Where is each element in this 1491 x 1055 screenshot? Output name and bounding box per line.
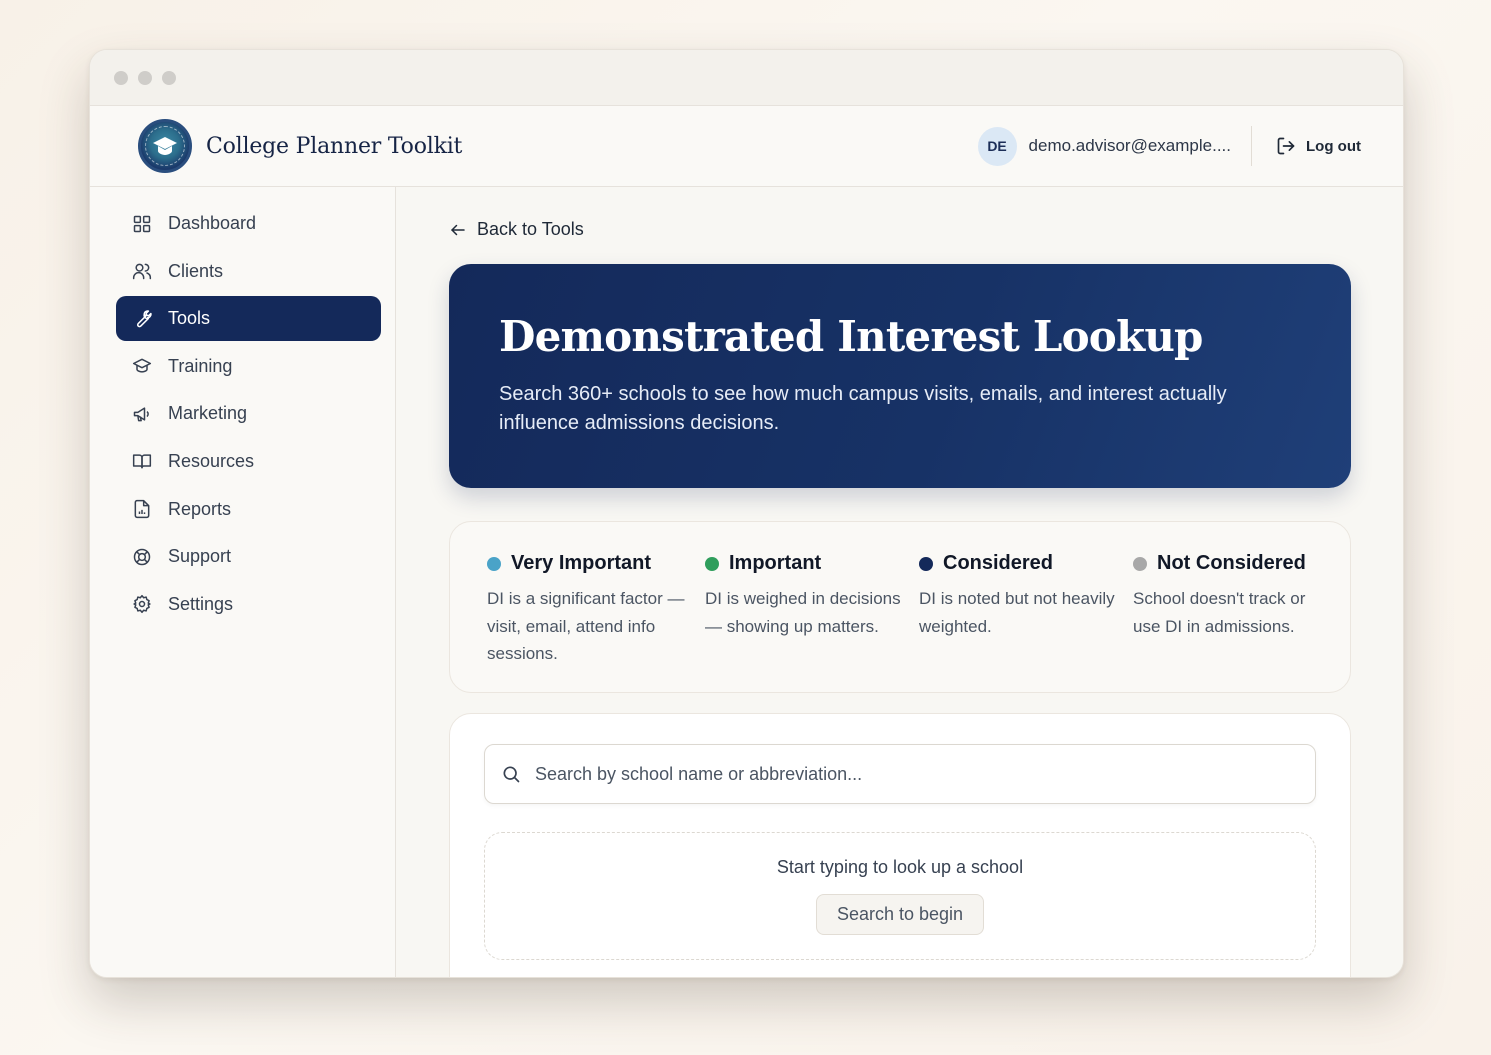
search-input[interactable] — [535, 763, 1315, 785]
sidebar-item-clients[interactable]: Clients — [116, 249, 381, 294]
legend-label: Very Important — [511, 552, 652, 574]
sidebar-item-label: Training — [168, 355, 233, 376]
sidebar-item-label: Support — [168, 546, 232, 567]
legend-description: DI is weighed in decisions — showing up … — [705, 589, 901, 636]
legend-description: DI is a significant factor — visit, emai… — [487, 589, 685, 663]
empty-state: Start typing to look up a school Search … — [484, 832, 1316, 960]
hero-banner: Demonstrated Interest Lookup Search 360+… — [449, 264, 1351, 488]
logout-label: Log out — [1306, 137, 1361, 155]
legend-description: DI is noted but not heavily weighted. — [919, 589, 1115, 636]
user-area: DE demo.advisor@example.... Log out — [977, 126, 1361, 166]
app-header: College Planner Toolkit DE demo.advisor@… — [90, 106, 1403, 187]
brand-name[interactable]: College Planner Toolkit — [206, 134, 462, 159]
browser-window: College Planner Toolkit DE demo.advisor@… — [89, 49, 1404, 978]
back-to-tools-link[interactable]: Back to Tools — [449, 219, 584, 240]
log-out-icon — [1277, 137, 1295, 155]
sidebar-item-settings[interactable]: Settings — [116, 582, 381, 627]
users-icon — [132, 263, 152, 280]
legend-item-important: Important DI is weighed in decisions — s… — [705, 552, 919, 692]
window-titlebar — [90, 50, 1403, 106]
arrow-left-icon — [451, 224, 465, 235]
legend-item-considered: Considered DI is noted but not heavily w… — [919, 552, 1133, 692]
window-minimize-dot[interactable] — [138, 70, 152, 85]
sidebar-item-tools[interactable]: Tools — [116, 296, 381, 342]
brand-logo[interactable] — [138, 119, 192, 173]
status-dot — [487, 556, 501, 571]
avatar[interactable]: DE — [977, 126, 1017, 166]
status-dot — [1133, 556, 1147, 571]
megaphone-icon — [133, 407, 149, 422]
search-icon — [503, 766, 520, 783]
life-buoy-icon — [133, 548, 151, 565]
sidebar-item-reports[interactable]: Reports — [116, 487, 381, 532]
sidebar-item-marketing[interactable]: Marketing — [116, 391, 381, 436]
file-chart-icon — [134, 499, 150, 519]
page-title: Demonstrated Interest Lookup — [499, 312, 1203, 361]
search-to-begin-button[interactable]: Search to begin — [815, 894, 985, 935]
legend-label: Important — [729, 552, 822, 574]
legend-label: Not Considered — [1157, 552, 1306, 574]
search-box[interactable] — [484, 744, 1316, 804]
main-content: Back to Tools Demonstrated Interest Look… — [396, 187, 1403, 977]
search-card: Start typing to look up a school Search … — [449, 713, 1351, 977]
back-label: Back to Tools — [477, 219, 584, 239]
sidebar-item-support[interactable]: Support — [116, 534, 381, 579]
header-divider — [1251, 126, 1253, 166]
sidebar-item-label: Dashboard — [168, 213, 257, 233]
sidebar-item-label: Resources — [168, 450, 255, 471]
window-maximize-dot[interactable] — [162, 70, 176, 85]
status-dot — [919, 556, 933, 571]
legend-label: Considered — [943, 552, 1054, 574]
graduation-cap-icon — [132, 358, 152, 373]
empty-state-title: Start typing to look up a school — [776, 857, 1024, 877]
user-email: demo.advisor@example.... — [1028, 136, 1232, 155]
sidebar-item-label: Marketing — [168, 403, 248, 424]
sidebar: Dashboard Clients Tools Training Marketi… — [90, 187, 396, 977]
status-dot — [705, 556, 719, 571]
sidebar-item-training[interactable]: Training — [116, 344, 381, 389]
importance-legend: Very Important DI is a significant facto… — [449, 521, 1351, 693]
book-open-icon — [132, 454, 152, 469]
sidebar-item-label: Tools — [168, 308, 211, 329]
sidebar-item-label: Reports — [168, 498, 232, 519]
window-close-dot[interactable] — [114, 70, 128, 85]
sidebar-item-resources[interactable]: Resources — [116, 439, 381, 484]
logout-button[interactable]: Log out — [1276, 136, 1361, 156]
legend-item-very-important: Very Important DI is a significant facto… — [487, 552, 705, 692]
gear-icon — [133, 595, 151, 614]
legend-item-not-considered: Not Considered School doesn't track or u… — [1133, 552, 1323, 692]
wrench-icon — [137, 309, 152, 327]
sidebar-item-label: Clients — [168, 260, 224, 281]
graduation-cap-icon — [153, 137, 177, 155]
page-subtitle: Search 360+ schools to see how much camp… — [499, 383, 1227, 435]
sidebar-item-label: Settings — [168, 593, 234, 614]
sidebar-item-dashboard[interactable]: Dashboard — [116, 201, 381, 246]
legend-description: School doesn't track or use DI in admiss… — [1133, 589, 1306, 636]
grid-icon — [133, 215, 151, 232]
